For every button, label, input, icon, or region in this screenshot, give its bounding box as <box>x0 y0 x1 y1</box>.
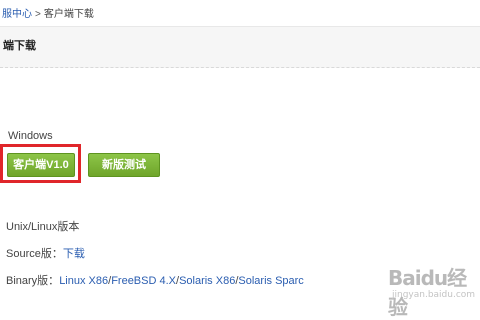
source-row: Source版：下载 <box>6 245 85 261</box>
binary-row: Binary版：Linux X86/FreeBSD 4.X/Solaris X8… <box>6 272 304 288</box>
breadcrumb-link-service-center[interactable]: 服中心 <box>2 9 32 20</box>
section-header: 端下载 <box>0 26 480 68</box>
binary-link-linux-x86[interactable]: Linux X86 <box>59 275 108 287</box>
breadcrumb-separator: > <box>35 9 41 20</box>
binary-link-solaris-x86[interactable]: Solaris X86 <box>179 275 235 287</box>
watermark-url: jingyan.baidu.com <box>392 290 476 300</box>
section-title: 端下载 <box>3 40 36 52</box>
binary-link-freebsd[interactable]: FreeBSD 4.X <box>111 275 176 287</box>
binary-label: Binary版： <box>6 275 60 287</box>
baidu-watermark: Baidu经验 jingyan.baidu.com <box>388 262 478 319</box>
highlight-box <box>0 144 81 183</box>
source-download-link[interactable]: 下载 <box>63 248 85 260</box>
windows-label: Windows <box>8 130 53 142</box>
breadcrumb: 服中心 > 客户端下载 <box>2 5 94 20</box>
breadcrumb-current: 客户端下载 <box>43 9 94 20</box>
source-label: Source版： <box>6 248 63 260</box>
binary-link-solaris-sparc[interactable]: Solaris Sparc <box>238 275 303 287</box>
beta-test-button[interactable]: 新版测试 <box>88 153 160 177</box>
top-bar: 服中心 > 客户端下载 <box>0 0 480 26</box>
unix-linux-label: Unix/Linux版本 <box>6 221 80 233</box>
